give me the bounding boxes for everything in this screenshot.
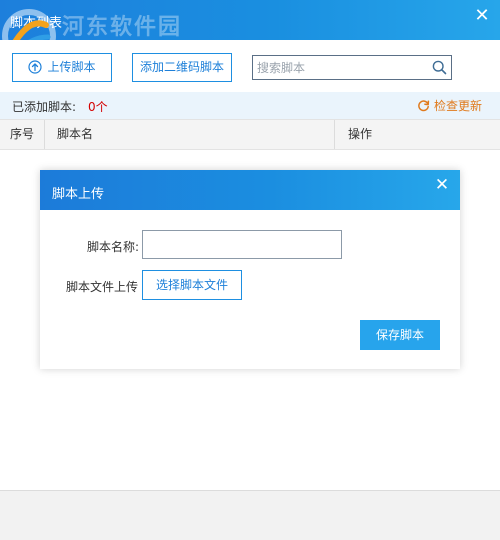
dialog-close-icon[interactable]: ✕ xyxy=(432,175,452,195)
column-header-script-name: 脚本名 xyxy=(57,127,94,141)
column-header-actions: 操作 xyxy=(348,127,373,141)
script-file-label: 脚本文件上传 xyxy=(66,280,139,294)
dialog-header: 脚本上传 ✕ xyxy=(40,170,460,210)
refresh-icon xyxy=(418,100,430,112)
script-name-input[interactable] xyxy=(142,230,342,259)
add-qr-script-button[interactable]: 添加二维码脚本 xyxy=(132,53,232,82)
column-divider xyxy=(334,120,335,149)
table-header: 序号 脚本名 操作 xyxy=(0,119,500,150)
window-titlebar: 脚本列表 ✕ xyxy=(0,0,500,40)
window-title: 脚本列表 xyxy=(10,16,63,31)
add-qr-script-label: 添加二维码脚本 xyxy=(139,60,224,74)
search-box xyxy=(252,55,452,80)
column-header-index: 序号 xyxy=(10,127,35,141)
upload-script-button[interactable]: 上传脚本 xyxy=(12,53,112,82)
upload-dialog: 脚本上传 ✕ 脚本名称: 脚本文件上传 选择脚本文件 保存脚本 xyxy=(40,170,460,369)
info-bar: 已添加脚本: 0个 检查更新 xyxy=(0,92,500,119)
added-scripts-count: 0个 xyxy=(88,100,108,114)
column-divider xyxy=(44,120,45,149)
close-icon[interactable]: ✕ xyxy=(472,6,492,26)
search-input[interactable] xyxy=(253,56,429,79)
choose-script-file-button[interactable]: 选择脚本文件 xyxy=(142,270,242,300)
upload-script-label: 上传脚本 xyxy=(47,60,96,74)
check-update-link[interactable]: 检查更新 xyxy=(417,97,482,114)
dialog-title: 脚本上传 xyxy=(52,187,105,202)
script-name-label: 脚本名称: xyxy=(87,240,140,254)
save-script-button[interactable]: 保存脚本 xyxy=(360,320,440,350)
search-icon[interactable] xyxy=(432,60,447,75)
added-scripts-label: 已添加脚本: xyxy=(12,100,77,114)
toolbar: 上传脚本 添加二维码脚本 xyxy=(0,40,500,92)
window-footer xyxy=(0,490,500,540)
cloud-upload-icon xyxy=(28,60,43,74)
check-update-label: 检查更新 xyxy=(433,99,482,113)
